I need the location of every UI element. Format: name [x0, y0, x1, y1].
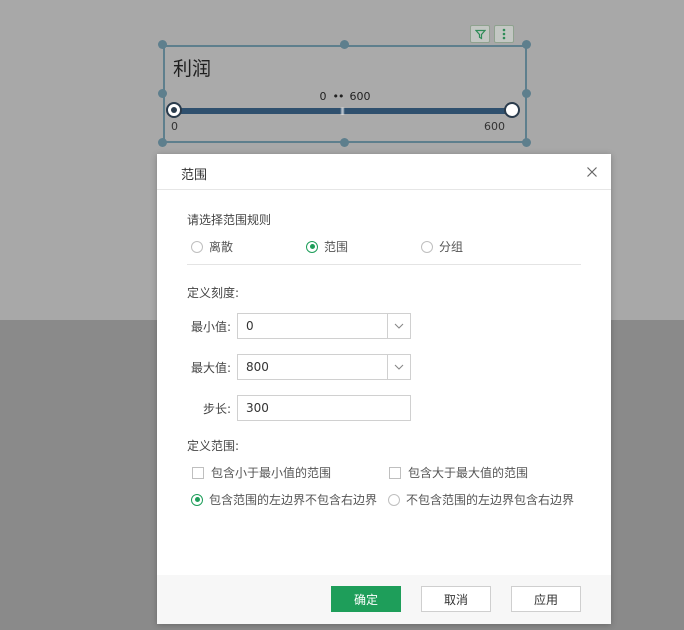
min-value-row: 最小值: 0 [187, 313, 411, 339]
max-value-label: 最大值: [190, 360, 231, 375]
rule-option-discrete[interactable]: 离散 [191, 238, 233, 255]
radio-checked-icon[interactable] [191, 493, 203, 506]
checkbox-label: 包含小于最小值的范围 [211, 466, 332, 480]
checkbox-icon[interactable] [192, 466, 204, 479]
dialog-header: 范围 [157, 154, 611, 190]
ok-button[interactable]: 确定 [331, 586, 401, 612]
more-vertical-icon[interactable] [494, 25, 514, 43]
range-dialog: 范围 请选择范围规则 离散 范围 分组 定义刻度: 最小值: 0 最大值: 80… [157, 154, 611, 624]
radio-icon[interactable] [388, 493, 400, 506]
apply-button[interactable]: 应用 [511, 586, 581, 612]
resize-handle-se[interactable] [522, 138, 531, 147]
radio-icon[interactable] [191, 240, 203, 253]
max-value-input[interactable]: 800 [238, 355, 387, 379]
max-value-combo[interactable]: 800 [237, 354, 411, 380]
slider-min-label: 0 [171, 120, 178, 133]
min-value-combo[interactable]: 0 [237, 313, 411, 339]
slider-min-handle[interactable] [166, 102, 182, 118]
resize-handle-s[interactable] [340, 138, 349, 147]
max-value-row: 最大值: 800 [187, 354, 411, 380]
rule-option-label: 离散 [209, 240, 234, 254]
resize-handle-w[interactable] [158, 89, 167, 98]
boundary-option-label: 不包含范围的左边界包含右边界 [406, 493, 575, 507]
step-row: 步长: 300 [187, 395, 411, 421]
include-below-min-checkbox[interactable]: 包含小于最小值的范围 [192, 464, 331, 481]
close-icon[interactable] [583, 163, 601, 181]
resize-handle-e[interactable] [522, 89, 531, 98]
step-label: 步长: [202, 401, 231, 416]
grip-icon[interactable]: ||| [340, 108, 345, 115]
dialog-title: 范围 [181, 168, 208, 183]
range-label: 定义范围: [187, 439, 240, 453]
scale-label: 定义刻度: [187, 286, 240, 300]
step-input[interactable]: 300 [237, 395, 411, 421]
resize-handle-nw[interactable] [158, 40, 167, 49]
checkbox-label: 包含大于最大值的范围 [408, 466, 529, 480]
min-value-input[interactable]: 0 [238, 314, 387, 338]
rule-option-label: 分组 [439, 240, 464, 254]
widget-toolbar [470, 25, 514, 43]
checkbox-icon[interactable] [389, 466, 401, 479]
range-readout: 0 •• 600 [165, 90, 525, 103]
resize-handle-n[interactable] [340, 40, 349, 49]
chevron-down-icon[interactable] [387, 314, 410, 338]
slider-max-label: 600 [484, 120, 505, 133]
resize-handle-sw[interactable] [158, 138, 167, 147]
filter-icon[interactable] [470, 25, 490, 43]
cancel-button[interactable]: 取消 [421, 586, 491, 612]
chevron-down-icon[interactable] [387, 355, 410, 379]
rule-option-label: 范围 [324, 240, 349, 254]
range-to: 600 [349, 90, 371, 103]
slider-track[interactable]: ||| [173, 108, 511, 115]
slider-max-handle[interactable] [504, 102, 520, 118]
rule-option-range[interactable]: 范围 [306, 238, 348, 255]
range-from: 0 [319, 90, 327, 103]
radio-checked-icon[interactable] [306, 240, 318, 253]
resize-handle-ne[interactable] [522, 40, 531, 49]
boundary-right-inclusive[interactable]: 不包含范围的左边界包含右边界 [388, 491, 574, 508]
divider [187, 264, 581, 265]
rule-label: 请选择范围规则 [187, 213, 272, 227]
boundary-option-label: 包含范围的左边界不包含右边界 [209, 493, 378, 507]
radio-icon[interactable] [421, 240, 433, 253]
min-value-label: 最小值: [190, 319, 231, 334]
rule-option-group[interactable]: 分组 [421, 238, 463, 255]
range-separator: •• [332, 90, 345, 103]
range-slider-widget[interactable]: 利润 0 •• 600 ||| 0 600 [163, 45, 527, 143]
include-above-max-checkbox[interactable]: 包含大于最大值的范围 [389, 464, 528, 481]
boundary-left-inclusive[interactable]: 包含范围的左边界不包含右边界 [191, 491, 377, 508]
dialog-footer: 确定 取消 应用 [157, 575, 611, 624]
widget-title: 利润 [173, 58, 212, 80]
